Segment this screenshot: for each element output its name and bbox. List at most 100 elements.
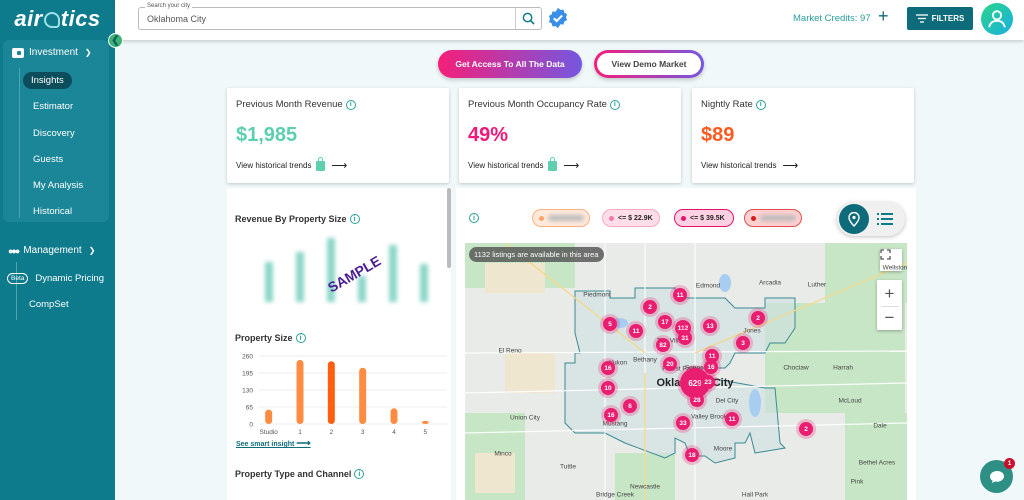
map-place-label: Union City [510,414,540,422]
sidebar-item-guests[interactable]: Guests [25,151,71,168]
map-cluster-marker[interactable]: 16 [704,360,718,374]
insights-left-panel: Revenue By Property Size i SAMPLE Propert… [227,188,451,500]
zoom-in-button[interactable]: + [885,282,895,306]
get-access-button[interactable]: Get Access To All The Data [438,50,582,78]
legend-pill[interactable]: <= $ 39.5K [674,209,734,227]
view-toggle[interactable] [837,202,905,236]
bar-2[interactable] [327,361,335,424]
revenue-by-size-blurred-chart [265,238,428,302]
left-panel-scrollbar[interactable] [447,188,451,268]
bar-3[interactable] [359,367,367,424]
smart-insight-label: See smart insight [236,441,295,448]
sidebar-item-compset[interactable]: CompSet [21,296,77,313]
map-cluster-marker[interactable]: 17 [658,315,672,329]
map-cluster-marker[interactable]: 28 [690,393,704,407]
y-tick-label: 130 [242,388,253,395]
beta-badge: Beta [7,273,29,284]
legend-pill[interactable]: <= $ 22.9K [602,209,660,227]
list-view-button[interactable] [877,211,893,227]
map-cluster-marker[interactable]: 11 [725,412,739,426]
map-cluster-marker[interactable]: 20 [663,357,677,371]
investment-label: Investment [29,47,78,58]
map-pin-icon [848,211,860,227]
list-icon [877,213,893,225]
map-place-label: McLoud [838,397,862,405]
search-button[interactable] [515,8,541,29]
map-cluster-marker[interactable]: 16 [604,408,618,422]
dynamic-pricing-label: Dynamic Pricing [35,273,105,284]
arrow-right-icon: ⟶ [331,160,348,172]
info-icon[interactable]: i [755,99,766,110]
map-cluster-marker[interactable]: 31 [678,331,692,345]
property-size-chart: 0 65 130 195 260 Studio 1 2 3 4 5 [242,354,447,436]
sidebar-item-dynamic-pricing[interactable]: Beta Dynamic Pricing [7,273,104,284]
management-toggle[interactable]: ●●● Management ❯ [8,245,95,256]
map-cluster-marker[interactable]: 2 [751,311,765,325]
info-icon[interactable]: i [349,214,360,224]
map-place-label: Moore [713,445,733,453]
x-tick-label: Studio [259,429,278,436]
y-tick-label: 260 [242,354,253,361]
sidebar-item-discovery[interactable]: Discovery [25,125,83,142]
logo[interactable]: air tics [0,0,115,38]
map-cluster-marker[interactable]: 18 [685,448,699,462]
legend-pill[interactable] [744,209,802,227]
bar-4[interactable] [390,408,398,424]
notification-badge: 1 [1004,458,1015,469]
map-cluster-marker[interactable]: 2 [643,300,657,314]
sidebar-item-my-analysis[interactable]: My Analysis [25,177,91,194]
user-avatar[interactable] [981,3,1013,35]
map-cluster-marker[interactable]: 6 [623,399,637,413]
card-title: Nightly Rate [701,99,753,110]
map-cluster-marker[interactable]: 23 [701,375,715,389]
sidebar: air tics Investment ❯ Insights Estimator … [0,0,115,500]
map-place-label: Luther [807,281,827,289]
zoom-out-button[interactable]: − [880,305,899,329]
view-historical-trends-link[interactable]: View historical trends ⟶ [468,156,579,172]
sidebar-item-insights[interactable]: Insights [23,72,72,89]
x-tick-label: 1 [298,429,302,436]
view-historical-trends-link[interactable]: View historical trends ⟶ [236,156,348,172]
map-cluster-marker[interactable]: 3 [736,336,750,350]
map-cluster-marker[interactable]: 13 [703,319,717,333]
legend-pill[interactable] [532,209,590,227]
property-size-title: Property Size [235,333,293,343]
map-view-button[interactable] [839,204,869,234]
bar-1[interactable] [296,359,304,424]
view-historical-trends-link[interactable]: View historical trends ⟶ [701,159,798,172]
bar-studio[interactable] [265,409,273,424]
map-cluster-marker[interactable]: 2 [799,422,813,436]
map-cluster-marker[interactable]: 10 [601,381,615,395]
map-cluster-marker[interactable]: 16 [601,361,615,375]
info-icon[interactable]: i [609,99,620,110]
map-cluster-marker[interactable]: 5 [603,317,617,331]
map-cluster-marker[interactable]: 33 [676,416,690,430]
filters-button[interactable]: FILTERS [907,7,973,30]
map[interactable]: 1132 listings are available in this area… [465,243,907,500]
info-icon[interactable]: i [295,333,306,343]
map-cluster-marker[interactable]: 11 [673,288,687,302]
y-tick-label: 65 [246,405,254,412]
info-icon[interactable]: i [345,99,356,110]
map-place-label: Harrah [833,364,853,372]
investment-toggle[interactable]: Investment ❯ [12,47,92,58]
city-search-input[interactable]: Search your city Oklahoma City [138,3,542,30]
map-cluster-marker[interactable]: 11 [629,324,643,338]
map-place-label: Tuttle [559,463,577,471]
x-tick-label: 3 [361,429,365,436]
map-place-label: Bethany [633,356,657,364]
wallet-icon [12,47,24,58]
sidebar-item-historical[interactable]: Historical [25,203,80,220]
see-smart-insight-link[interactable]: See smart insight ⟶ [236,438,311,449]
view-demo-market-button[interactable]: View Demo Market [594,50,704,78]
info-icon[interactable]: i [354,469,365,479]
sidebar-item-estimator[interactable]: Estimator [25,98,81,115]
add-credits-button[interactable]: + [878,6,889,27]
map-place-label: Arcadia [758,279,782,287]
bar-5[interactable] [421,420,429,424]
map-cluster-marker[interactable]: 82 [656,338,670,352]
legend-dot [539,215,544,221]
info-icon[interactable]: i [469,213,479,223]
chat-widget-button[interactable]: 1 [980,458,1015,493]
collapse-sidebar-button[interactable]: ❮ [108,33,123,48]
